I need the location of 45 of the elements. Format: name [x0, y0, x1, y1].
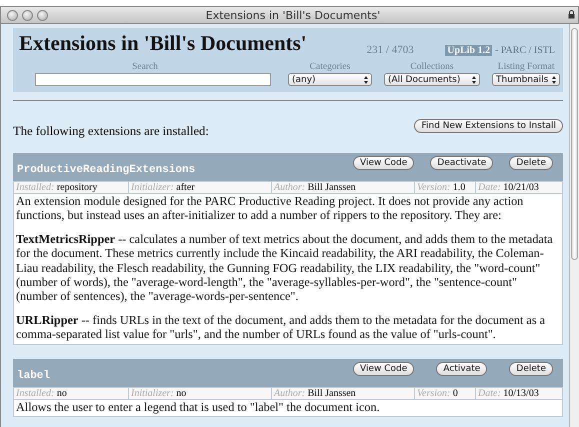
lock-icon: [568, 10, 575, 19]
extension-button[interactable]: Activate: [436, 362, 488, 376]
intro-text: The following extensions are installed:: [13, 122, 209, 138]
stepper-icon: [472, 76, 476, 84]
metadata-cell-text: Date: 10/13/03: [477, 388, 540, 399]
dropdown-label: Categories: [310, 62, 350, 72]
metadata-cell: Initializer: after: [129, 182, 272, 193]
extension-name: ProductiveReadingExtensions: [16, 163, 196, 176]
window-control-icon[interactable]: [22, 10, 33, 20]
dropdown[interactable]: (All Documents): [384, 73, 480, 86]
page-title: Extensions in 'Bill's Documents': [19, 31, 307, 56]
extension-button[interactable]: Delete: [509, 362, 553, 376]
dropdown-label: Listing Format: [498, 62, 555, 72]
organization-text: - PARC / ISTL: [495, 45, 555, 56]
extension-button[interactable]: Delete: [509, 156, 553, 170]
stepper-icon: [552, 76, 556, 84]
metadata-cell: Version: 1.0: [415, 182, 476, 193]
dropdown[interactable]: (any): [288, 73, 372, 86]
metadata-cell: Installed: no: [14, 388, 129, 399]
dropdown[interactable]: Thumbnails: [492, 73, 560, 86]
metadata-cell: Author: Bill Janssen: [272, 388, 415, 399]
extension-button[interactable]: View Code: [353, 156, 414, 170]
find-extensions-button[interactable]: Find New Extensions to Install: [414, 119, 563, 133]
app-version: UpLib 1.2: [445, 45, 492, 56]
search-label: Search: [132, 62, 158, 72]
dropdown-label: Collections: [410, 62, 454, 72]
window-title: Extensions in 'Bill's Documents': [204, 8, 382, 22]
metadata-cell: Initializer: no: [129, 388, 272, 399]
extension-button[interactable]: Deactivate: [430, 156, 494, 170]
extension-button[interactable]: View Code: [353, 362, 414, 376]
stepper-icon: [364, 76, 368, 84]
description-paragraph: TextMetricsRipper -- calculates a number of text metrics about the document, and adds them to the metadata for the document. These metrics currently include the Kincaid readability, the ARI readability, the Coleman-Liau readability, the Flesch readability, the Gunning FOG readability, the LIX readability, the "word-count" (number of words), the "average-word-length", the "average-syllables-per-word", the "sentence-count" (number of sentences), the "average-words-per-sentence".: [16, 232, 554, 304]
metadata-cell-text: Date: 10/21/03: [477, 182, 540, 193]
description-paragraph: An extension module designed for the PARC Productive Reading project. It does not provide any action functions, but instead uses an after-initializer to add a number of rippers to the repository. They are:: [16, 194, 524, 223]
metadata-cell: Author: Bill Janssen: [272, 182, 415, 193]
window-control-icon[interactable]: [7, 10, 18, 20]
scrollbar[interactable]: [569, 24, 579, 427]
description-paragraph: URLRipper -- finds URLs in the text of the document, and adds them to the metadata for the document as a comma-separated list value for "urls", and the number of URLs found as the value of "urls-count".: [16, 312, 546, 342]
extension-name: label: [16, 368, 50, 382]
description-paragraph: Allows the user to enter a legend that is used to "label" the document icon.: [16, 400, 381, 414]
search-field[interactable]: [35, 73, 271, 86]
document-count: 231 / 4703: [366, 44, 415, 56]
window-control-icon[interactable]: [37, 10, 48, 20]
metadata-cell: Version: 0: [415, 388, 476, 399]
metadata-cell: Installed: repository: [14, 182, 129, 193]
